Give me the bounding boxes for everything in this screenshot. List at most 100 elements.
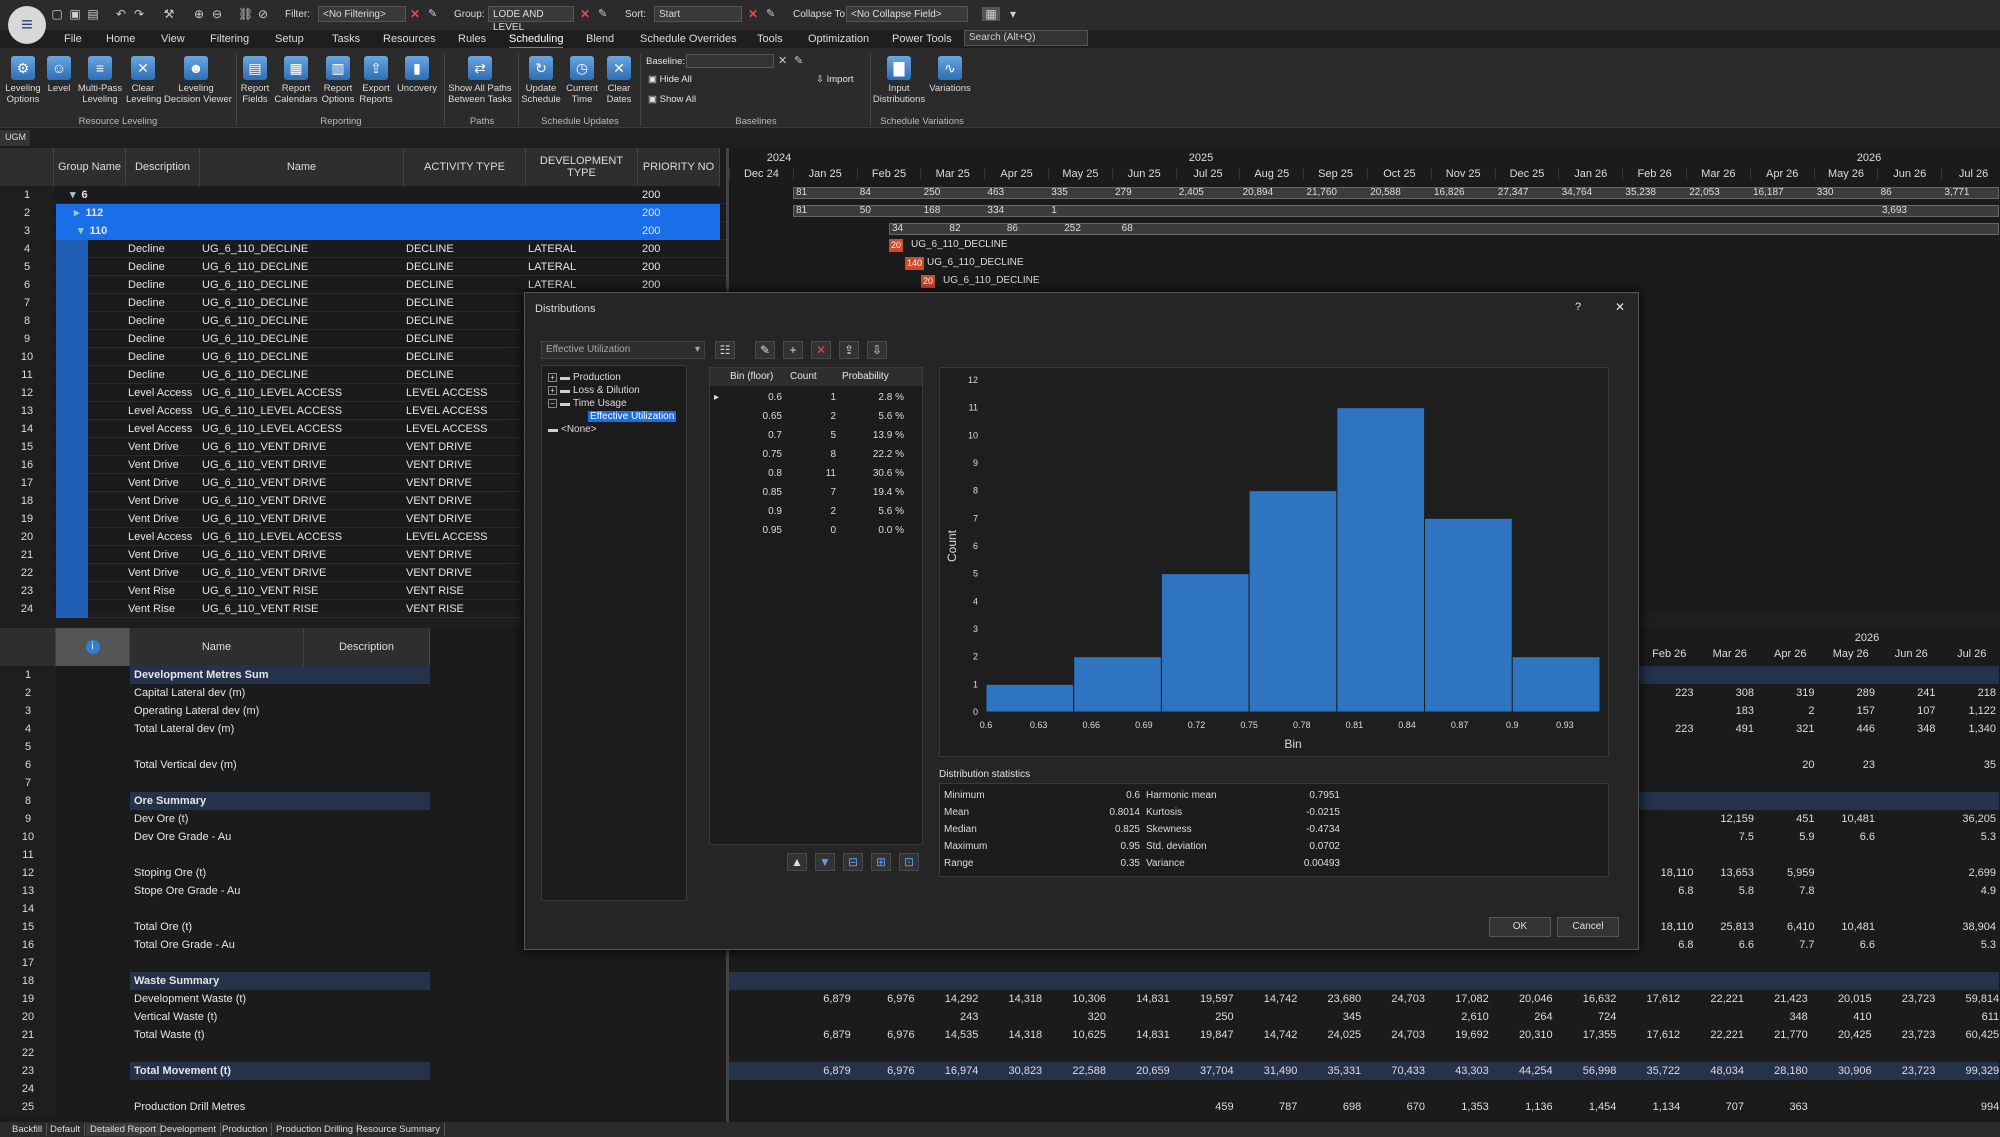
header-activity-type[interactable]: ACTIVITY TYPE xyxy=(404,148,526,186)
tab-scheduling[interactable]: Scheduling xyxy=(509,33,564,49)
report-row[interactable]: 21 Total Waste (t) xyxy=(0,1026,726,1044)
save-icon[interactable]: ▤ xyxy=(86,7,100,21)
report-options-button[interactable]: ▥ Report Options xyxy=(320,56,356,105)
tab-file[interactable]: File xyxy=(64,33,82,45)
bin-row[interactable]: 0.7 5 13.9 % xyxy=(710,426,922,445)
group-edit-icon[interactable]: ✎ xyxy=(598,7,607,20)
collapse-select[interactable]: <No Collapse Field> xyxy=(846,6,968,22)
document-tab[interactable]: UGM xyxy=(0,130,30,146)
header-name[interactable]: Name xyxy=(200,148,404,186)
edit-icon[interactable]: ✎ xyxy=(755,341,775,359)
zoom-in-icon[interactable]: ⊕ xyxy=(192,7,206,21)
new-file-icon[interactable]: ▢ xyxy=(50,7,64,21)
tree-node[interactable]: ▬ <None> xyxy=(548,424,597,435)
dropdown-arrow-icon[interactable]: ▾ xyxy=(1006,7,1020,21)
close-icon[interactable]: ✕ xyxy=(1615,300,1625,314)
variations-button[interactable]: ∿ Variations xyxy=(928,56,972,94)
app-logo-icon[interactable]: ≡ xyxy=(8,6,46,44)
header-description[interactable]: Description xyxy=(126,148,200,186)
distribution-selector[interactable]: Effective Utilization ▾ xyxy=(541,341,705,359)
sort-select[interactable]: Start xyxy=(654,6,742,22)
report-row[interactable]: 18 Waste Summary xyxy=(0,972,726,990)
expand-arrow-icon[interactable]: ▸ xyxy=(74,207,80,219)
tab-resources[interactable]: Resources xyxy=(383,33,436,45)
baseline-edit-icon[interactable]: ✎ xyxy=(794,54,803,67)
expand-toggle-icon[interactable]: + xyxy=(548,373,557,382)
export-icon[interactable]: ⇪ xyxy=(839,341,859,359)
grid-group-row[interactable]: 2 ▸ 112 200 xyxy=(0,204,726,222)
leveling-options-button[interactable]: ⚙ Leveling Options xyxy=(4,56,42,105)
tab-resource-summary[interactable]: Resource Summary xyxy=(352,1123,445,1136)
tab-power-tools[interactable]: Power Tools xyxy=(892,33,952,45)
show-all-paths-button[interactable]: ⇄ Show All Paths Between Tasks xyxy=(446,56,514,105)
tab-home[interactable]: Home xyxy=(106,33,135,45)
leveling-decision-viewer-button[interactable]: ☻ Leveling Decision Viewer xyxy=(164,56,232,105)
header-count[interactable]: Count xyxy=(790,371,817,382)
table-row[interactable]: 5 Decline UG_6_110_DECLINE DECLINE LATERAL 20… xyxy=(0,258,726,276)
open-folder-icon[interactable]: ▣ xyxy=(68,7,82,21)
report-row[interactable]: 20 Vertical Waste (t) xyxy=(0,1008,726,1026)
tab-production[interactable]: Production xyxy=(218,1123,273,1136)
bin-row[interactable]: 0.65 2 5.6 % xyxy=(710,407,922,426)
clear-dates-button[interactable]: ✕ Clear Dates xyxy=(602,56,636,105)
grid-group-row[interactable]: 1 ▾ 6 200 xyxy=(0,186,726,204)
move-up-icon[interactable]: ▲ xyxy=(787,853,807,871)
tab-tasks[interactable]: Tasks xyxy=(332,33,360,45)
sort-edit-icon[interactable]: ✎ xyxy=(766,7,775,20)
expand-arrow-icon[interactable]: ▾ xyxy=(70,189,76,201)
tab-setup[interactable]: Setup xyxy=(275,33,304,45)
tree-node[interactable]: + ▬ Loss & Dilution xyxy=(548,385,640,396)
header-group-name[interactable]: Group Name xyxy=(54,148,126,186)
unlink-icon[interactable]: ⊘ xyxy=(256,7,270,21)
table-row[interactable]: 4 Decline UG_6_110_DECLINE DECLINE LATERAL 20… xyxy=(0,240,726,258)
report-fields-button[interactable]: ▤ Report Fields xyxy=(238,56,272,105)
histogram-bar[interactable] xyxy=(985,683,1075,713)
report-row[interactable]: 23 Total Movement (t) xyxy=(0,1062,726,1080)
search-input[interactable]: Search (Alt+Q) xyxy=(964,30,1088,46)
import-icon[interactable]: ⇩ xyxy=(867,341,887,359)
report-row[interactable]: 25 Production Drill Metres xyxy=(0,1098,726,1116)
tree-node[interactable]: + ▬ Production xyxy=(548,372,621,383)
histogram-bar[interactable] xyxy=(1336,407,1426,713)
tab-schedule-overrides[interactable]: Schedule Overrides xyxy=(640,33,737,45)
reset-icon[interactable]: ⊡ xyxy=(899,853,919,871)
report-row[interactable]: 19 Development Waste (t) xyxy=(0,990,726,1008)
bin-row[interactable]: 0.8 11 30.6 % xyxy=(710,464,922,483)
import-button[interactable]: ⇩ Import xyxy=(816,74,854,85)
grid-group-row[interactable]: 3 ▾ 110 200 xyxy=(0,222,726,240)
filter-select[interactable]: <No Filtering> xyxy=(318,6,406,22)
report-info-header[interactable]: i xyxy=(56,628,130,666)
header-bin-floor[interactable]: Bin (floor) xyxy=(730,371,773,382)
filter-clear-icon[interactable]: ✕ xyxy=(410,7,420,21)
group-select[interactable]: LODE AND LEVEL xyxy=(488,6,574,33)
report-header-description[interactable]: Description xyxy=(304,628,430,666)
redo-icon[interactable]: ↷ xyxy=(132,7,146,21)
level-button[interactable]: ☺ Level xyxy=(44,56,74,94)
tab-production-drilling[interactable]: Production Drilling xyxy=(272,1123,359,1136)
link-icon[interactable]: ⛓ xyxy=(238,7,253,21)
layout-icon[interactable]: ▦ xyxy=(982,7,1000,21)
report-row[interactable]: 22 xyxy=(0,1044,726,1062)
bin-row[interactable]: ▸ 0.6 1 2.8 % xyxy=(710,388,922,407)
undo-icon[interactable]: ↶ xyxy=(114,7,128,21)
sort-clear-icon[interactable]: ✕ xyxy=(748,7,758,21)
histogram-bar[interactable] xyxy=(1511,656,1601,713)
update-schedule-button[interactable]: ↻ Update Schedule xyxy=(520,56,562,105)
header-development-type[interactable]: DEVELOPMENT TYPE xyxy=(526,148,638,186)
move-down-icon[interactable]: ▼ xyxy=(815,853,835,871)
multi-pass-leveling-button[interactable]: ≡ Multi-Pass Leveling xyxy=(76,56,124,105)
tab-optimization[interactable]: Optimization xyxy=(808,33,869,45)
report-calendars-button[interactable]: ▦ Report Calendars xyxy=(274,56,318,105)
task-badge[interactable]: 140 xyxy=(905,257,925,270)
header-probability[interactable]: Probability xyxy=(842,371,889,382)
baseline-clear-icon[interactable]: ✕ xyxy=(778,54,787,67)
bin-row[interactable]: 0.9 2 5.6 % xyxy=(710,502,922,521)
current-time-button[interactable]: ◷ Current Time xyxy=(564,56,600,105)
bin-row[interactable]: 0.95 0 0.0 % xyxy=(710,521,922,540)
task-badge[interactable]: 20 xyxy=(921,275,936,288)
tab-filtering[interactable]: Filtering xyxy=(210,33,249,45)
zoom-out-icon[interactable]: ⊖ xyxy=(210,7,224,21)
expand-toggle-icon[interactable]: + xyxy=(548,386,557,395)
histogram-bar[interactable] xyxy=(1073,656,1162,713)
header-priority-no[interactable]: PRIORITY NO xyxy=(638,148,720,186)
